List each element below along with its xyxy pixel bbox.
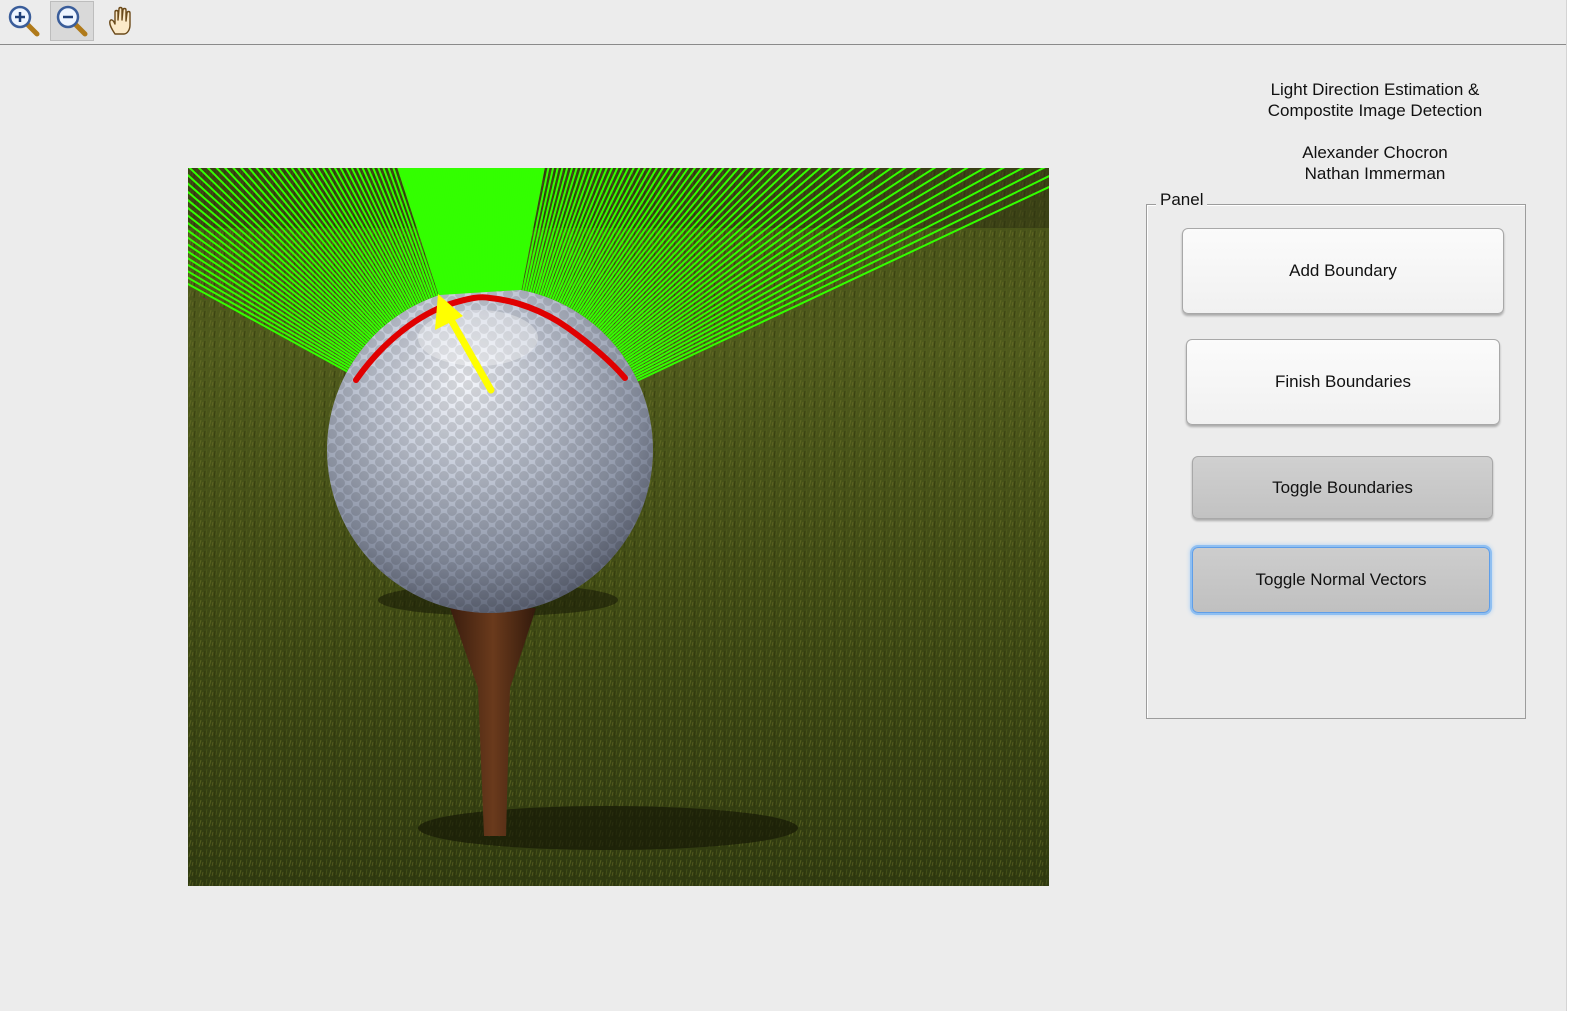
author-2: Nathan Immerman [1304, 164, 1446, 183]
zoom-in-icon [7, 4, 41, 38]
app-window: ˆ Light Direction Estimation & Compostit… [0, 0, 1595, 1011]
finish-boundaries-button[interactable]: Finish Boundaries [1186, 339, 1500, 425]
panel-title: Panel [1156, 190, 1208, 210]
zoom-in-button[interactable] [2, 1, 46, 41]
zoom-out-button[interactable] [50, 1, 94, 41]
window-edge [1566, 0, 1595, 1011]
pan-hand-icon [105, 4, 139, 38]
pan-button[interactable] [100, 1, 144, 41]
image-axes[interactable] [188, 168, 1049, 886]
app-title: Light Direction Estimation & Compostite … [1210, 79, 1540, 121]
title-line-1: Light Direction Estimation & [1270, 80, 1480, 99]
author-1: Alexander Chocron [1302, 143, 1448, 162]
zoom-out-icon [55, 4, 89, 38]
figure-toolbar: ˆ [0, 0, 1595, 45]
toggle-boundaries-button[interactable]: Toggle Boundaries [1192, 456, 1493, 519]
authors: Alexander Chocron Nathan Immerman [1210, 142, 1540, 184]
golf-ball-photo [188, 168, 1049, 886]
toggle-normal-vectors-button[interactable]: Toggle Normal Vectors [1192, 547, 1490, 613]
add-boundary-button[interactable]: Add Boundary [1182, 228, 1504, 314]
title-line-2: Compostite Image Detection [1267, 101, 1483, 120]
